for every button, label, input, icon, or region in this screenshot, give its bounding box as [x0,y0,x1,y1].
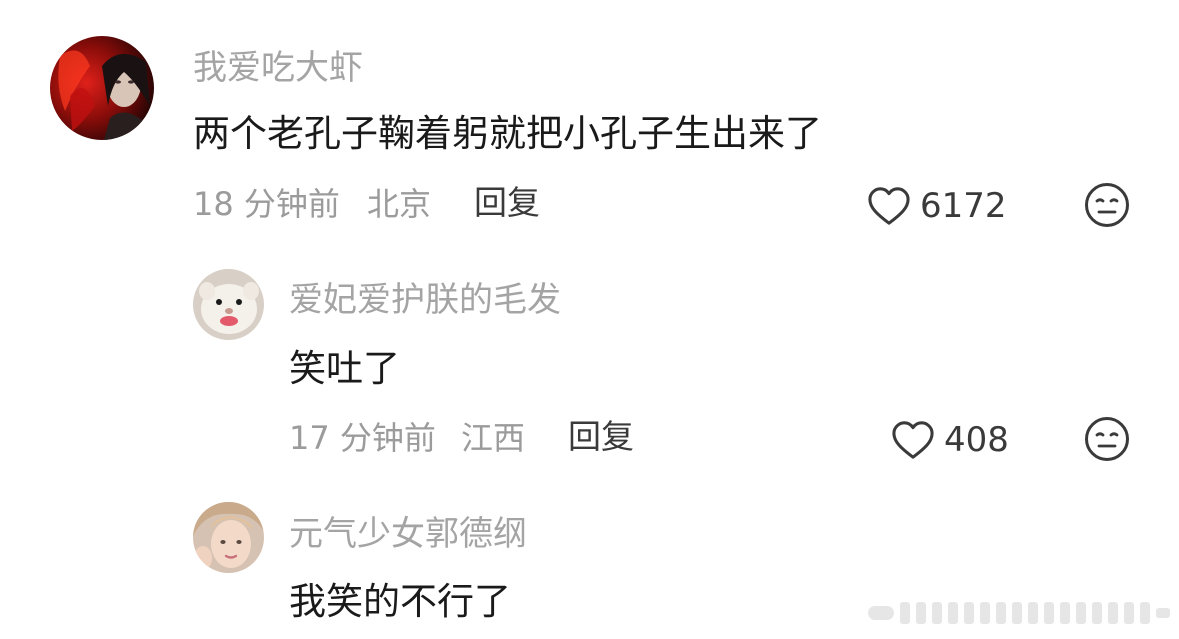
comment-username[interactable]: 我爱吃大虾 [193,48,363,88]
watermark-mark [868,602,1170,624]
comment-location: 北京 [367,185,432,223]
dislike-button[interactable] [1084,416,1130,462]
heart-outline-icon [892,421,934,459]
comment-location: 江西 [461,419,526,457]
reply-button[interactable]: 回复 [568,417,634,457]
comment-username[interactable]: 元气少女郭德纲 [289,514,527,554]
dislike-button[interactable] [1084,182,1130,228]
like-count: 408 [944,420,1009,460]
comment-thread: 我爱吃大虾 两个老孔子鞠着躬就把小孔子生出来了 18 分钟前 北京 回复 617… [0,0,1179,639]
comment-username[interactable]: 爱妃爱护朕的毛发 [289,280,561,320]
comment-text[interactable]: 我笑的不行了 [289,580,511,624]
meh-face-icon [1085,183,1129,227]
meh-face-icon [1085,417,1129,461]
red-character-avatar-icon [50,36,154,140]
like-button[interactable]: 408 [890,418,1009,462]
comment-text[interactable]: 两个老孔子鞠着躬就把小孔子生出来了 [193,112,822,156]
user-avatar[interactable] [193,269,264,340]
like-button[interactable]: 6172 [866,184,1007,228]
reply-item: 爱妃爱护朕的毛发 笑吐了 17 分钟前 江西 回复 408 [0,260,1179,480]
user-avatar[interactable] [50,36,154,140]
comment-text[interactable]: 笑吐了 [289,347,400,391]
girl-avatar-icon [193,502,264,573]
comment-item: 我爱吃大虾 两个老孔子鞠着躬就把小孔子生出来了 18 分钟前 北京 回复 617… [0,0,1179,240]
comment-time: 17 分钟前 [289,419,436,457]
heart-outline-icon [868,187,910,225]
ferret-avatar-icon [193,269,264,340]
watermark [868,598,1172,626]
reply-button[interactable]: 回复 [474,183,540,223]
user-avatar[interactable] [193,502,264,573]
comment-time: 18 分钟前 [193,185,340,223]
like-count: 6172 [920,186,1007,226]
